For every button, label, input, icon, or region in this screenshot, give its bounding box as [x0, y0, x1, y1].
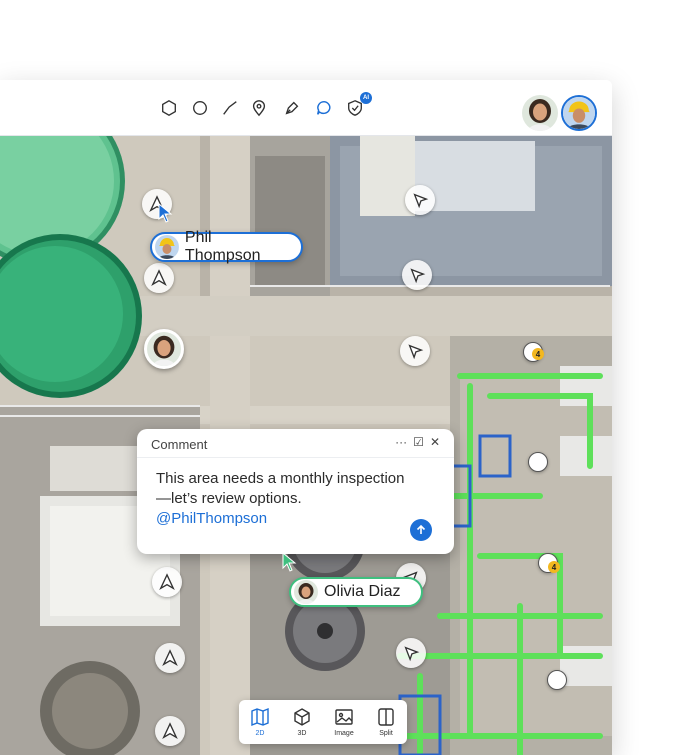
- view-image-button[interactable]: Image: [325, 707, 363, 737]
- arrow-up-icon: [416, 524, 426, 534]
- count-badge: 4: [532, 348, 544, 360]
- split-icon: [378, 708, 394, 726]
- ai-shield-icon[interactable]: AI: [345, 92, 372, 118]
- comment-text-area[interactable]: This area needs a monthly inspection—let…: [156, 469, 416, 529]
- olivia-cursor-icon: [282, 552, 297, 572]
- nav-marker[interactable]: [402, 260, 432, 290]
- image-icon: [335, 709, 353, 725]
- cube-icon: [294, 708, 310, 726]
- close-icon[interactable]: ✕: [430, 435, 440, 449]
- comment-card: Comment ··· ☑ ✕ This area needs a monthl…: [137, 429, 454, 554]
- phil-avatar: [155, 235, 179, 259]
- hexagon-icon[interactable]: [159, 98, 179, 118]
- olivia-name-tag[interactable]: Olivia Diaz: [289, 577, 423, 607]
- mention-link[interactable]: @PhilThompson: [156, 509, 416, 529]
- nav-marker[interactable]: [396, 638, 426, 668]
- view-split-label: Split: [379, 730, 393, 737]
- ai-badge: AI: [360, 92, 372, 104]
- phil-name: Phil Thompson: [184, 229, 261, 264]
- view-mode-bar: 2D 3D Image Split: [239, 700, 407, 744]
- map-canvas[interactable]: 4 4 Phil Thompson Comment ··· ☑ ✕ This a…: [0, 136, 612, 755]
- count-badge: 4: [548, 561, 560, 573]
- comment-text: This area needs a monthly inspection—let…: [156, 470, 405, 507]
- phil-name-tag[interactable]: Phil Thompson: [150, 229, 303, 264]
- nav-marker[interactable]: [155, 643, 185, 673]
- line-icon[interactable]: [220, 98, 240, 118]
- view-split-button[interactable]: Split: [367, 707, 405, 737]
- pin-icon[interactable]: [249, 98, 269, 118]
- man-hardhat-avatar[interactable]: [561, 95, 597, 131]
- nav-marker[interactable]: [152, 567, 182, 597]
- view-2d-button[interactable]: 2D: [241, 707, 279, 737]
- comment-title: Comment: [151, 437, 208, 452]
- circle-icon[interactable]: [190, 98, 210, 118]
- nav-marker[interactable]: [155, 716, 185, 746]
- divider: [137, 457, 454, 458]
- nav-marker[interactable]: [144, 263, 174, 293]
- olivia-comment-pin[interactable]: [144, 329, 184, 369]
- view-3d-label: 3D: [297, 730, 307, 737]
- app-window: AI 4 4 Phil Thompson Comment ··· ☑ ✕ Thi…: [0, 80, 612, 755]
- view-3d-button[interactable]: 3D: [283, 707, 321, 737]
- more-icon[interactable]: ···: [395, 435, 407, 449]
- nav-marker[interactable]: [400, 336, 430, 366]
- point-marker[interactable]: [528, 452, 548, 472]
- olivia-name: Olivia Diaz: [324, 583, 401, 600]
- woman-avatar[interactable]: [522, 95, 558, 131]
- phil-cursor-icon: [158, 203, 173, 223]
- olivia-avatar: [294, 580, 318, 604]
- view-image-label: Image: [334, 730, 354, 737]
- send-button[interactable]: [410, 519, 432, 541]
- pen-icon[interactable]: [282, 98, 302, 118]
- nav-marker[interactable]: [405, 185, 435, 215]
- comment-icon[interactable]: [314, 98, 334, 118]
- top-toolbar: AI: [0, 80, 612, 136]
- view-2d-label: 2D: [255, 730, 265, 737]
- map-icon: [251, 707, 269, 727]
- point-marker[interactable]: [547, 670, 567, 690]
- resolve-icon[interactable]: ☑: [413, 435, 424, 449]
